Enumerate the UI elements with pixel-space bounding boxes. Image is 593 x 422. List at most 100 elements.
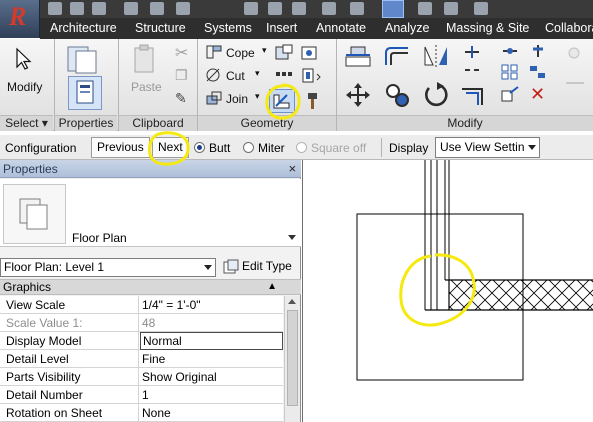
split-element-icon[interactable] (462, 44, 482, 60)
switch-windows-icon[interactable] (444, 2, 458, 15)
measure-icon[interactable] (244, 2, 258, 15)
redo-icon[interactable] (150, 2, 164, 15)
chevron-down-icon[interactable] (288, 235, 296, 240)
close-hidden-icon[interactable] (418, 2, 432, 15)
miter-radio[interactable] (243, 142, 254, 153)
cope-dropdown-icon[interactable]: ▾ (262, 45, 267, 56)
trim-extend-icon[interactable] (458, 81, 488, 109)
property-value: 48 (142, 316, 156, 330)
match-type-icon[interactable]: ✎ (175, 90, 187, 107)
tab-analyze[interactable]: Analyze (385, 21, 429, 35)
cut-label[interactable]: Cut (226, 69, 245, 83)
property-row-display-model[interactable]: Display Model Normal (0, 332, 283, 350)
dimension-icon[interactable] (268, 2, 282, 15)
vertical-wall (424, 160, 450, 310)
thin-lines-icon[interactable] (382, 0, 404, 18)
context-label: Configuration (5, 141, 77, 155)
select-panel-title[interactable]: Select ▾ (0, 115, 53, 131)
next-highlight-circle (148, 131, 190, 166)
tab-annotate[interactable]: Annotate (316, 21, 366, 35)
cut-dropdown-icon[interactable]: ▾ (255, 68, 260, 79)
tab-collaborate[interactable]: Collabora (545, 21, 593, 35)
property-value[interactable]: Show Original (140, 368, 283, 386)
display-dropdown[interactable]: Use View Settin (435, 137, 540, 158)
close-icon[interactable]: × (288, 161, 296, 176)
join-icon[interactable] (205, 90, 223, 106)
copy-elements-icon[interactable] (383, 81, 413, 109)
move-icon[interactable] (343, 81, 373, 109)
property-row-view-scale[interactable]: View Scale 1/4" = 1'-0" (0, 296, 283, 314)
modify-arrow-icon[interactable] (14, 47, 34, 71)
properties-panel-title: Properties (55, 115, 117, 131)
type-thumbnail (3, 184, 66, 244)
cope-icon[interactable] (205, 44, 223, 60)
tab-massing-site[interactable]: Massing & Site (446, 21, 529, 35)
tab-systems[interactable]: Systems (204, 21, 252, 35)
sync-icon[interactable] (92, 2, 106, 15)
section-icon[interactable] (350, 2, 364, 15)
tab-architecture[interactable]: Architecture (50, 21, 117, 35)
array-icon[interactable] (500, 63, 520, 81)
drawing-area[interactable] (302, 160, 593, 422)
type-name: Floor Plan (72, 231, 127, 245)
property-value[interactable]: Normal (140, 332, 283, 350)
collapse-icon[interactable]: ▲ (267, 281, 277, 292)
offset-icon[interactable] (382, 43, 412, 69)
modify-label[interactable]: Modify (7, 80, 42, 94)
scroll-up-icon[interactable] (288, 299, 296, 304)
rotate-icon[interactable] (421, 81, 451, 109)
property-value[interactable]: 1 (140, 386, 283, 404)
text-icon[interactable] (292, 2, 306, 15)
property-value[interactable]: Fine (140, 350, 283, 368)
scroll-thumb[interactable] (287, 310, 298, 406)
copy-icon[interactable]: ❐ (175, 67, 188, 84)
cope-label[interactable]: Cope (226, 46, 255, 60)
instance-selector[interactable]: Floor Plan: Level 1 (0, 258, 216, 277)
paste-icon[interactable] (130, 44, 160, 76)
paste-label[interactable]: Paste (131, 80, 162, 94)
cut-scissors-icon[interactable]: ✂ (175, 43, 188, 63)
previous-button[interactable]: Previous (91, 137, 150, 158)
property-row-rotation-on-sheet[interactable]: Rotation on Sheet None (0, 404, 283, 422)
split-face-icon[interactable] (300, 44, 320, 62)
square-off-radio[interactable] (296, 142, 307, 153)
property-row-detail-level[interactable]: Detail Level Fine (0, 350, 283, 368)
cut-icon[interactable] (205, 67, 223, 83)
edit-type-button[interactable]: Edit Type (222, 258, 292, 277)
wall-profile-icon[interactable] (274, 44, 294, 62)
type-properties-button[interactable] (68, 76, 102, 110)
delete-icon[interactable]: ✕ (530, 84, 545, 105)
unpin-icon[interactable] (500, 43, 520, 59)
properties-scrollbar[interactable] (284, 296, 300, 422)
save-icon[interactable] (70, 2, 84, 15)
join-dropdown-icon[interactable]: ▾ (255, 91, 260, 102)
join-label[interactable]: Join (226, 92, 248, 106)
split-gap-icon[interactable] (462, 62, 482, 78)
butt-radio[interactable] (194, 142, 205, 153)
open-icon[interactable] (48, 2, 62, 15)
property-row-parts-visibility[interactable]: Parts Visibility Show Original (0, 368, 283, 386)
property-value[interactable]: None (140, 404, 283, 422)
align-icon[interactable] (343, 43, 373, 69)
property-value[interactable]: 1/4" = 1'-0" (140, 296, 283, 314)
graphics-group-header[interactable]: Graphics ▲ (0, 279, 301, 295)
application-button[interactable]: R (0, 0, 40, 38)
measure-line-icon[interactable] (560, 43, 590, 109)
3d-view-icon[interactable] (322, 2, 336, 15)
tab-insert[interactable]: Insert (266, 21, 297, 35)
undo-icon[interactable] (124, 2, 138, 15)
scale-icon[interactable] (500, 85, 520, 103)
pick-hammer-icon[interactable] (300, 91, 320, 111)
group-icon[interactable] (528, 63, 548, 81)
pin-icon[interactable] (528, 43, 548, 59)
property-name: Display Model (0, 332, 139, 350)
paint-icon[interactable] (300, 67, 324, 85)
display-dropdown-value: Use View Settin (440, 140, 525, 154)
properties-palette: Properties × Floor Plan Floor Plan: Leve… (0, 160, 301, 422)
property-row-detail-number[interactable]: Detail Number 1 (0, 386, 283, 404)
customize-qat-icon[interactable] (474, 2, 488, 15)
mirror-pick-axis-icon[interactable] (421, 43, 451, 69)
print-icon[interactable] (176, 2, 190, 15)
tab-structure[interactable]: Structure (135, 21, 186, 35)
type-selector[interactable]: Floor Plan (0, 179, 301, 247)
